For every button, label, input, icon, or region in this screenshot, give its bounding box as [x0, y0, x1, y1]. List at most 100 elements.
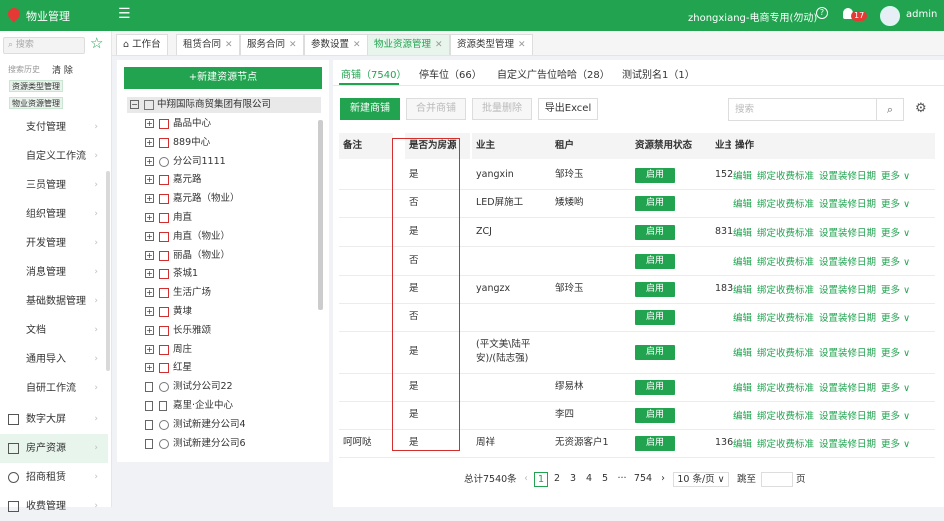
close-icon[interactable]: ✕	[435, 40, 443, 50]
more-link[interactable]: 更多 ∨	[881, 383, 910, 394]
more-link[interactable]: 更多 ∨	[881, 313, 910, 324]
batch-delete-button[interactable]: 批量删除	[472, 98, 532, 120]
tree-node[interactable]: + 分公司1111	[143, 153, 226, 171]
star-icon[interactable]: ☆	[90, 34, 103, 52]
bind-fee-link[interactable]: 绑定收费标准	[757, 411, 814, 422]
edit-link[interactable]: 编辑	[733, 439, 752, 450]
edit-link[interactable]: 编辑	[733, 228, 752, 239]
sidebar-item[interactable]: 文档 ›	[0, 316, 108, 345]
tab-lease-contract[interactable]: 租赁合同 ✕	[176, 34, 240, 55]
status-toggle-button[interactable]: 启用	[635, 380, 675, 395]
expand-icon[interactable]: +	[145, 325, 154, 335]
subtab-ad-spaces[interactable]: 自定义广告位哈哈（28）	[497, 66, 610, 81]
more-link[interactable]: 更多 ∨	[881, 228, 910, 239]
subtab-shops[interactable]: 商铺（7540）	[341, 66, 406, 81]
new-shop-button[interactable]: 新建商铺	[340, 98, 400, 120]
status-toggle-button[interactable]: 启用	[635, 196, 675, 211]
expand-icon[interactable]: +	[145, 250, 154, 260]
sidebar-search-input[interactable]: ⌕ 搜索	[3, 37, 85, 54]
expand-icon[interactable]: +	[145, 194, 154, 204]
more-link[interactable]: 更多 ∨	[881, 285, 910, 296]
tree-node[interactable]: + 嘉元路	[143, 171, 202, 189]
expand-icon[interactable]: +	[145, 269, 154, 279]
set-renovation-link[interactable]: 设置装修日期	[819, 257, 876, 268]
tenant-switch[interactable]: zhongxiang-电商专用(勿动)	[688, 9, 817, 24]
expand-icon[interactable]: +	[145, 213, 154, 222]
tree-node[interactable]: 测试分公司22	[143, 378, 233, 396]
sidebar-item[interactable]: 招商租赁 ›	[0, 463, 108, 492]
set-renovation-link[interactable]: 设置装修日期	[819, 383, 876, 394]
page-size-select[interactable]: 10 条/页 ∨	[673, 472, 729, 487]
bind-fee-link[interactable]: 绑定收费标准	[757, 199, 814, 210]
help-icon[interactable]: ?	[816, 7, 828, 19]
edit-link[interactable]: 编辑	[733, 348, 752, 359]
sidebar-item[interactable]: 自研工作流 ›	[0, 374, 108, 403]
expand-icon[interactable]: +	[145, 175, 154, 185]
tree-node[interactable]: + 丽晶（物业）	[143, 247, 230, 265]
tree-node[interactable]: + 红星	[143, 359, 192, 377]
clear-history-button[interactable]: 清 除	[52, 63, 73, 76]
collapse-icon[interactable]: −	[130, 100, 139, 109]
gear-icon[interactable]: ⚙	[915, 101, 927, 116]
expand-icon[interactable]: +	[145, 344, 154, 354]
expand-icon[interactable]: +	[145, 137, 154, 147]
tab-params[interactable]: 参数设置 ✕	[304, 34, 368, 55]
tree-node[interactable]: + 茶城1	[143, 265, 198, 283]
expand-icon[interactable]: +	[145, 288, 154, 298]
close-icon[interactable]: ✕	[289, 40, 297, 50]
more-link[interactable]: 更多 ∨	[881, 171, 910, 182]
tree-node[interactable]: 测试新建分公司4	[143, 416, 246, 434]
set-renovation-link[interactable]: 设置装修日期	[819, 171, 876, 182]
bind-fee-link[interactable]: 绑定收费标准	[757, 439, 814, 450]
close-icon[interactable]: ✕	[353, 40, 361, 50]
goto-page-input[interactable]	[761, 472, 793, 487]
edit-link[interactable]: 编辑	[733, 411, 752, 422]
tree-node[interactable]: + 黄埭	[143, 303, 192, 321]
edit-link[interactable]: 编辑	[733, 383, 752, 394]
add-resource-node-button[interactable]: +新建资源节点	[124, 67, 322, 89]
page-button[interactable]: 5	[599, 472, 611, 487]
status-toggle-button[interactable]: 启用	[635, 408, 675, 423]
tab-service-contract[interactable]: 服务合同 ✕	[240, 34, 304, 55]
more-link[interactable]: 更多 ∨	[881, 199, 910, 210]
bind-fee-link[interactable]: 绑定收费标准	[757, 257, 814, 268]
history-tag[interactable]: 资源类型管理	[9, 80, 63, 92]
status-toggle-button[interactable]: 启用	[635, 167, 675, 183]
more-link[interactable]: 更多 ∨	[881, 257, 910, 268]
edit-link[interactable]: 编辑	[733, 171, 752, 182]
set-renovation-link[interactable]: 设置装修日期	[819, 199, 876, 210]
bind-fee-link[interactable]: 绑定收费标准	[757, 313, 814, 324]
more-link[interactable]: 更多 ∨	[881, 411, 910, 422]
page-button[interactable]: 1	[534, 472, 548, 487]
set-renovation-link[interactable]: 设置装修日期	[819, 228, 876, 239]
tab-resource-type[interactable]: 资源类型管理 ✕	[450, 34, 533, 55]
avatar[interactable]	[880, 6, 900, 26]
sidebar-item[interactable]: 通用导入 ›	[0, 345, 108, 374]
status-toggle-button[interactable]: 启用	[635, 224, 675, 240]
sidebar-item[interactable]: 基础数据管理 ›	[0, 287, 108, 316]
set-renovation-link[interactable]: 设置装修日期	[819, 439, 876, 450]
bind-fee-link[interactable]: 绑定收费标准	[757, 285, 814, 296]
tree-node[interactable]: 嘉里·企业中心	[143, 397, 233, 415]
edit-link[interactable]: 编辑	[733, 257, 752, 268]
tree-node[interactable]: + 生活广场	[143, 284, 211, 302]
search-icon[interactable]: ⌕	[876, 98, 904, 121]
history-tag[interactable]: 物业资源管理	[9, 97, 63, 109]
bind-fee-link[interactable]: 绑定收费标准	[757, 228, 814, 239]
status-toggle-button[interactable]: 启用	[635, 282, 675, 297]
edit-link[interactable]: 编辑	[733, 285, 752, 296]
set-renovation-link[interactable]: 设置装修日期	[819, 285, 876, 296]
set-renovation-link[interactable]: 设置装修日期	[819, 348, 876, 359]
tree-node[interactable]: + 甪直	[143, 209, 192, 227]
tree-node[interactable]: + 长乐雅颂	[143, 322, 211, 340]
page-button[interactable]: 3	[567, 472, 579, 487]
close-icon[interactable]: ✕	[518, 40, 526, 50]
tree-node[interactable]: 测试新建分公司6	[143, 435, 246, 453]
edit-link[interactable]: 编辑	[733, 313, 752, 324]
user-menu[interactable]: admin	[906, 9, 937, 20]
more-link[interactable]: 更多 ∨	[881, 439, 910, 450]
status-toggle-button[interactable]: 启用	[635, 436, 675, 451]
sidebar-item[interactable]: 数字大屏 ›	[0, 405, 108, 434]
set-renovation-link[interactable]: 设置装修日期	[819, 313, 876, 324]
expand-icon[interactable]: +	[145, 156, 154, 166]
